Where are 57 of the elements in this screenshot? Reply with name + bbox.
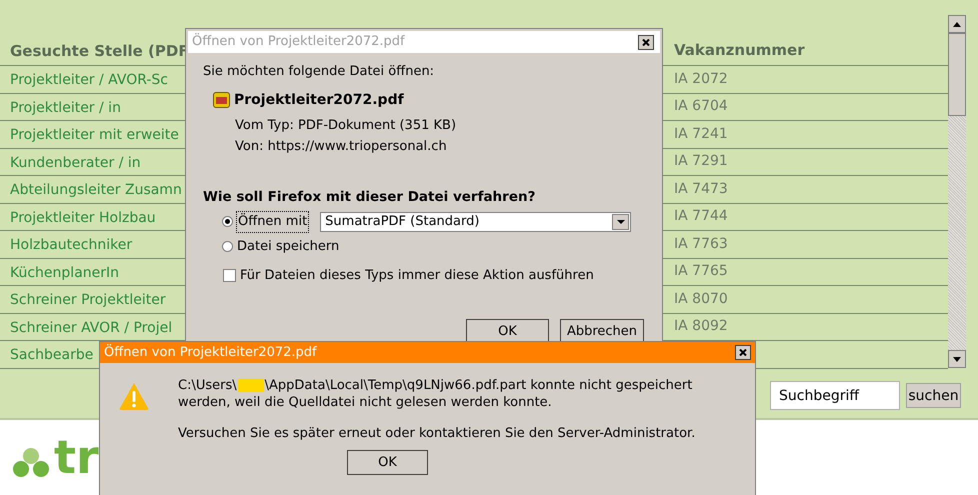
redaction-mark <box>238 378 264 392</box>
file-type-text: Vom Typ: PDF-Dokument (351 KB) <box>235 116 458 134</box>
checkbox-label[interactable]: Für Dateien dieses Typs immer diese Aktion ausführen <box>240 266 594 286</box>
search-button[interactable]: suchen <box>906 383 961 408</box>
window-title: Öffnen von Projektleiter2072.pdf <box>192 32 405 52</box>
radio-button[interactable] <box>222 216 233 228</box>
table-cell-text: IA 6704 <box>673 97 728 116</box>
table-cell-text: IA 7291 <box>673 152 728 172</box>
job-link[interactable]: Projektleiter / AVOR-Sc <box>10 72 168 88</box>
search-field[interactable]: Suchbegriff <box>770 381 900 410</box>
logo-icon <box>12 448 50 478</box>
pdf-file-icon <box>213 92 230 108</box>
table-cell-text: IA 7765 <box>673 262 728 282</box>
column-header: Gesuchte Stelle (PDF <box>10 42 189 60</box>
checkbox[interactable] <box>223 269 236 282</box>
table-cell-text: IA 7744 <box>673 207 728 226</box>
radio-button[interactable] <box>222 241 233 252</box>
radio-label[interactable]: Öffnen mit <box>236 211 310 232</box>
ok-button[interactable]: OK <box>347 450 428 475</box>
close-icon <box>739 349 747 356</box>
warning-icon <box>118 381 150 411</box>
job-link[interactable]: Kundenberater / in <box>10 154 141 171</box>
job-link[interactable]: KüchenplanerIn <box>10 264 120 281</box>
close-button[interactable] <box>735 345 751 360</box>
table-cell-text: IA 8070 <box>673 290 728 309</box>
close-button[interactable] <box>638 34 654 50</box>
table-cell-text: IA 2072 <box>673 70 728 89</box>
close-icon <box>642 38 650 46</box>
down-arrow-icon <box>953 356 961 362</box>
error-message: C:\Users\ \AppData\Local\Temp\q9LNjw66.pdf.part konnte nicht gespeichert werden, weil die Quelldatei nicht gelesen werden konnte. <box>178 377 694 411</box>
window-title: Öffnen von Projektleiter2072.pdf <box>104 343 317 362</box>
logo-text: tr <box>54 434 99 480</box>
radio-label[interactable]: Datei speichern <box>236 237 340 256</box>
intro-text: Sie möchten folgende Datei öffnen: <box>203 63 436 81</box>
table-cell-text: IA 7473 <box>673 180 728 199</box>
job-link[interactable]: Projektleiter mit erweite <box>10 127 179 144</box>
job-link[interactable]: Schreiner AVOR / Projel <box>10 320 172 336</box>
table-cell-text: IA 8092 <box>673 317 728 336</box>
up-arrow-icon <box>953 22 961 26</box>
scroll-down-button[interactable] <box>948 350 966 368</box>
job-link[interactable]: Projektleiter Holzbau <box>10 210 156 226</box>
question-text: Wie soll Firefox mit dieser Datei verfahren? <box>203 188 536 206</box>
scroll-up-button[interactable] <box>948 15 966 33</box>
file-source-text: Von: https://www.triopersonal.ch <box>235 138 448 156</box>
error-hint: Versuchen Sie es später erneut oder kontaktieren Sie den Server-Administrator. <box>178 425 696 442</box>
column-header: Vakanznummer <box>673 40 805 62</box>
job-link[interactable]: Projektleiter / in <box>10 100 121 116</box>
app-dropdown[interactable]: SumatraPDF (Standard) <box>320 212 632 232</box>
job-link[interactable]: Schreiner Projektleiter <box>10 292 166 308</box>
job-link[interactable]: Holzbautechniker <box>10 237 132 254</box>
table-cell-text: IA 7241 <box>673 124 728 144</box>
job-link[interactable]: Abteilungsleiter Zusamn <box>10 182 182 198</box>
file-name: Projektleiter2072.pdf <box>234 90 404 110</box>
scroll-thumb[interactable] <box>948 33 966 116</box>
table-cell-text: IA 7763 <box>673 234 728 254</box>
scrollbar[interactable] <box>948 15 966 368</box>
job-link[interactable]: Sachbearbe <box>10 347 94 364</box>
